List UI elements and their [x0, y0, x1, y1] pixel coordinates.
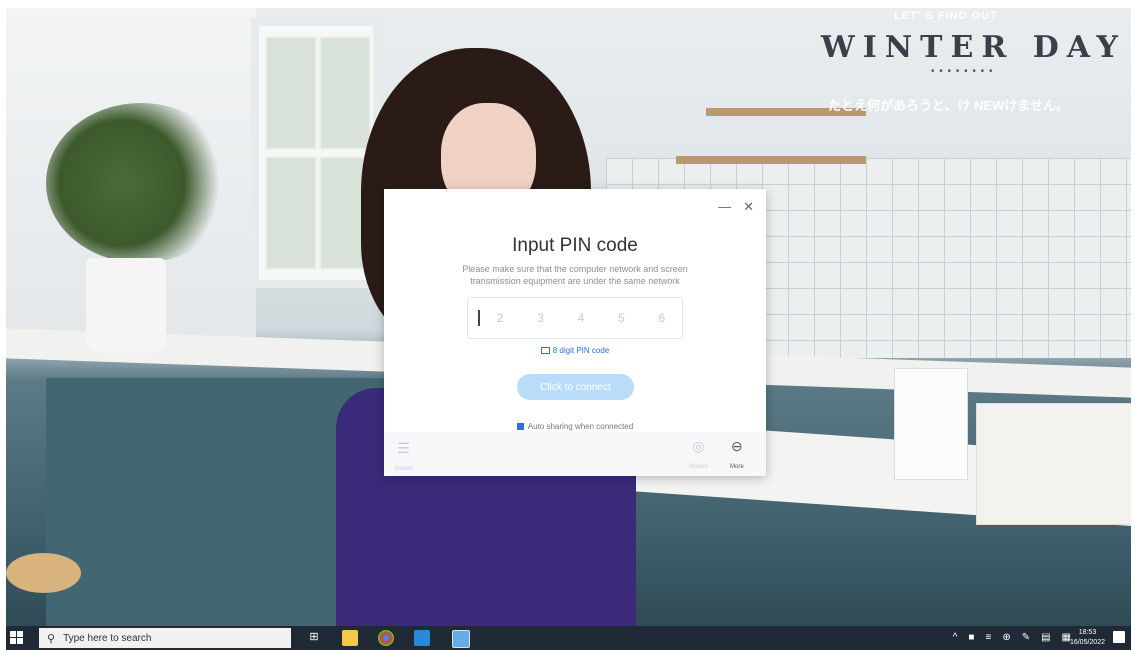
window-controls: — ✕: [718, 199, 754, 215]
pin-cell: 2: [496, 311, 504, 325]
tray-app-icon[interactable]: ⊕: [1002, 632, 1010, 643]
dialog-footer: ☰ Screen ◎ Screen ⊖ More: [384, 432, 766, 476]
menu-icon: ☰: [397, 440, 410, 456]
file-explorer-icon[interactable]: [342, 630, 358, 646]
tray-app-icon[interactable]: ■: [968, 632, 974, 643]
footer-screen-button[interactable]: ◎ Screen: [689, 438, 708, 473]
pin-cell: 5: [618, 311, 625, 325]
wallpaper-small-text: LET' S FIND OUT: [894, 10, 998, 22]
start-button[interactable]: [10, 631, 24, 645]
wallpaper-card: [894, 368, 968, 480]
pin-length-toggle[interactable]: 8 digit PIN code: [384, 346, 766, 355]
clock-time: 18:53: [1078, 629, 1097, 636]
chevron-up-icon[interactable]: ^: [953, 632, 958, 643]
footer-more-button[interactable]: ⊖ More: [730, 438, 744, 473]
dialog-description: Please make sure that the computer netwo…: [462, 264, 688, 286]
close-icon[interactable]: ✕: [743, 199, 754, 215]
taskbar-search[interactable]: ⚲ Type here to search: [39, 628, 291, 648]
footer-left-label: Screen: [394, 466, 414, 472]
pin-cell: 6: [658, 311, 666, 325]
wallpaper-big-text: WINTER DAY: [821, 30, 1126, 65]
wallpaper-pot: [86, 258, 166, 353]
pin-hint-label: 8 digit PIN code: [552, 346, 610, 355]
notification-icon[interactable]: [1113, 631, 1125, 643]
app-icon[interactable]: [414, 630, 430, 646]
taskbar: ⚲ Type here to search ⊞ ^ ■ ≡ ⊕ ✎ ▤ ▦ 18…: [6, 626, 1131, 650]
wallpaper-plant: [46, 103, 236, 263]
taskbar-clock[interactable]: 18:53 16/05/2022: [1070, 628, 1105, 648]
wallpaper-dots: • • • • • • • •: [931, 66, 994, 77]
connect-button[interactable]: Click to connect: [517, 374, 634, 400]
checkbox-checked-icon: [516, 423, 524, 431]
pin-cell: 4: [577, 311, 585, 325]
checkbox-icon: [540, 347, 550, 355]
wallpaper-shelf: [676, 156, 866, 164]
search-icon: ⚲: [47, 632, 56, 645]
tray-app-icon[interactable]: ≡: [985, 632, 991, 643]
search-placeholder: Type here to search: [63, 632, 152, 644]
footer-screen-left[interactable]: ☰ Screen: [394, 440, 413, 475]
wallpaper-box: [976, 403, 1131, 525]
pin-cell: 3: [537, 311, 544, 325]
chrome-icon[interactable]: [378, 630, 394, 646]
more-icon: ⊖: [730, 438, 743, 454]
screen-icon: ◎: [692, 438, 705, 454]
auto-share-label: Auto sharing when connected: [527, 422, 634, 431]
wallpaper-stool: [6, 553, 81, 593]
pin-input[interactable]: 2 3 4 5 6: [467, 297, 683, 339]
footer-middle-label: Screen: [689, 464, 709, 470]
dialog-title: Input PIN code: [512, 235, 638, 256]
clock-date: 16/05/2022: [1069, 639, 1105, 646]
wallpaper-japanese-line: たとえ何があろうと、け NEWけません。: [828, 98, 1070, 113]
screen-share-app-icon[interactable]: [452, 630, 470, 648]
system-tray: ^ ■ ≡ ⊕ ✎ ▤ ▦: [953, 632, 1071, 643]
pin-dialog: — ✕ Input PIN code Please make sure that…: [384, 189, 766, 476]
tray-app-icon[interactable]: ▤: [1041, 632, 1050, 643]
auto-share-option[interactable]: Auto sharing when connected: [384, 422, 766, 431]
task-view-icon[interactable]: ⊞: [306, 630, 322, 646]
minimize-icon[interactable]: —: [718, 199, 731, 215]
footer-right-label: More: [730, 464, 744, 470]
pen-icon[interactable]: ✎: [1022, 632, 1030, 643]
